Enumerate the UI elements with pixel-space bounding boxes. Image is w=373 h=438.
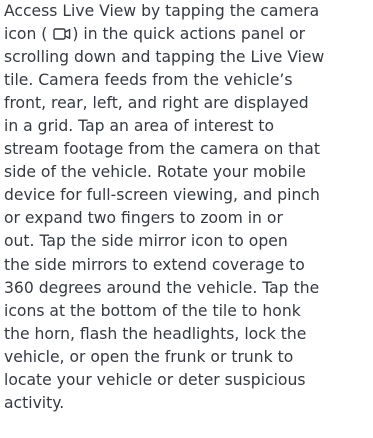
text-line: vehicle, or open the frunk or trunk to bbox=[4, 347, 294, 366]
text-line: tile. Camera feeds from the vehicle’s bbox=[4, 71, 293, 90]
text-line: scrolling down and tapping the Live View bbox=[4, 48, 325, 67]
instruction-paragraph: Access Live View by tapping the camera i… bbox=[4, 0, 370, 415]
text-line: or expand two fingers to zoom in or bbox=[4, 209, 283, 228]
text-line: Access Live View by tapping the camera bbox=[4, 2, 320, 20]
text-line: stream footage from the camera on that bbox=[4, 140, 320, 159]
text-segment: icon ( bbox=[4, 25, 48, 44]
text-line: out. Tap the side mirror icon to open bbox=[4, 232, 288, 251]
text-line: device for full-screen viewing, and pinc… bbox=[4, 186, 320, 205]
text-segment: ) in the quick actions panel or bbox=[72, 25, 306, 44]
text-line: activity. bbox=[4, 393, 65, 412]
text-line: icons at the bottom of the tile to honk bbox=[4, 301, 301, 320]
text-line: 360 degrees around the vehicle. Tap the bbox=[4, 278, 320, 297]
text-line: in a grid. Tap an area of interest to bbox=[4, 117, 275, 136]
text-line: side of the vehicle. Rotate your mobile bbox=[4, 163, 306, 182]
text-line: front, rear, left, and right are display… bbox=[4, 94, 309, 113]
camera-icon bbox=[53, 28, 71, 40]
text-line: locate your vehicle or deter suspicious bbox=[4, 370, 306, 389]
text-line: the horn, flash the headlights, lock the bbox=[4, 324, 307, 343]
text-line-with-icon: icon ( ) in the quick actions panel or bbox=[4, 23, 370, 46]
text-line: the side mirrors to extend coverage to bbox=[4, 255, 305, 274]
